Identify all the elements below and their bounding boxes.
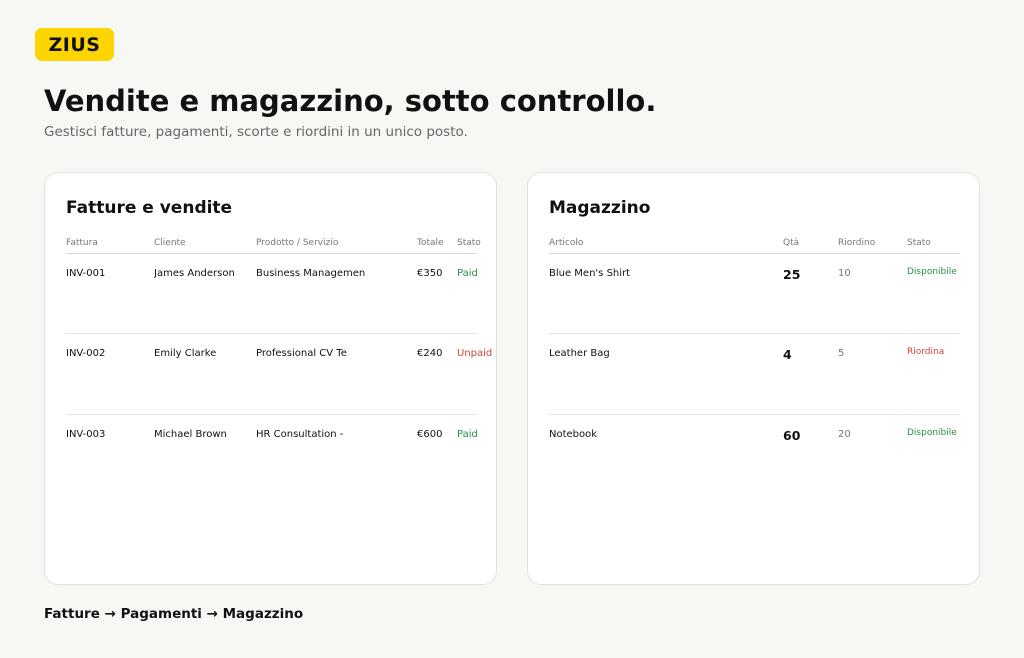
status-badge: Paid (457, 268, 478, 279)
col-header-reorder: Riordino (838, 238, 876, 248)
invoice-client: Michael Brown (154, 429, 227, 440)
invoice-id: INV-002 (66, 348, 106, 359)
item-reorder: 5 (838, 348, 845, 359)
item-name: Blue Men's Shirt (549, 268, 631, 279)
col-header-status: Stato (457, 238, 481, 248)
row-divider (549, 333, 960, 334)
invoices-card-title: Fatture e vendite (66, 198, 233, 218)
col-header-item: Articolo (549, 238, 584, 248)
invoice-id: INV-001 (66, 268, 106, 279)
col-header-status: Stato (907, 238, 931, 248)
invoice-total: €350 (417, 268, 443, 279)
inventory-card: Magazzino Articolo Qtà Riordino Stato Bl… (527, 172, 980, 585)
row-divider (549, 414, 960, 415)
invoice-client: Emily Clarke (154, 348, 217, 359)
invoice-total: €240 (417, 348, 443, 359)
inventory-card-title: Magazzino (549, 198, 651, 218)
item-qty: 4 (783, 347, 792, 362)
invoice-id: INV-003 (66, 429, 106, 440)
item-reorder: 10 (838, 268, 851, 279)
invoice-product: Professional CV Te (256, 348, 347, 359)
col-header-qty: Qtà (783, 238, 800, 248)
status-badge: Disponibile (907, 267, 957, 277)
invoice-product: HR Consultation - (256, 429, 344, 440)
col-header-invoice: Fattura (66, 238, 98, 248)
invoices-card: Fatture e vendite Fattura Cliente Prodot… (44, 172, 497, 585)
table-header-divider (549, 253, 960, 254)
invoice-product: Business Managemen (256, 268, 366, 279)
col-header-total: Totale (417, 238, 444, 248)
item-reorder: 20 (838, 429, 851, 440)
row-divider (66, 333, 477, 334)
page-title: Vendite e magazzino, sotto controllo. (44, 84, 657, 118)
item-name: Notebook (549, 429, 598, 440)
item-name: Leather Bag (549, 348, 610, 359)
brand-logo[interactable]: ZIUS (35, 28, 114, 61)
status-badge: Unpaid (457, 348, 493, 359)
col-header-product: Prodotto / Servizio (256, 238, 339, 248)
workflow-caption: Fatture → Pagamenti → Magazzino (44, 606, 304, 622)
item-qty: 25 (783, 267, 801, 282)
table-header-divider (66, 253, 477, 254)
status-badge: Disponibile (907, 428, 957, 438)
invoice-client: James Anderson (154, 268, 235, 279)
invoice-total: €600 (417, 429, 443, 440)
status-badge: Riordina (907, 347, 945, 357)
col-header-client: Cliente (154, 238, 186, 248)
status-badge: Paid (457, 429, 478, 440)
item-qty: 60 (783, 428, 801, 443)
page-subtitle: Gestisci fatture, pagamenti, scorte e ri… (44, 124, 468, 140)
row-divider (66, 414, 477, 415)
